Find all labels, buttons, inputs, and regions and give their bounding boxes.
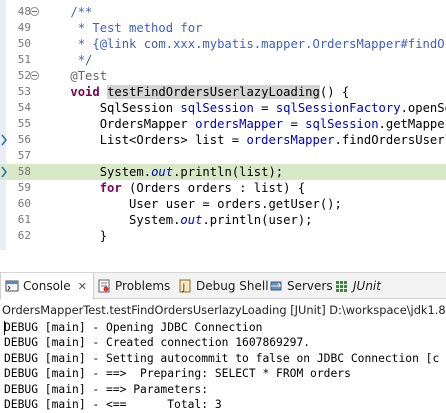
code-line[interactable]: 58 System.out.println(list);	[0, 164, 446, 180]
code-line[interactable]: 54 SqlSession sqlSession = sqlSessionFac…	[0, 100, 446, 116]
code-line[interactable]: 57	[0, 148, 446, 164]
line-number: 48	[17, 5, 31, 18]
line-number: 62	[17, 229, 31, 242]
text-caret	[4, 321, 5, 335]
console-line: DEBUG [main] - ==> Parameters:	[4, 382, 215, 396]
fold-toggle-icon[interactable]	[30, 71, 39, 80]
code-line[interactable]: 48 /**	[0, 4, 446, 20]
code-line[interactable]: 49 * Test method for	[0, 20, 446, 36]
junit-icon	[335, 279, 349, 293]
line-number: 59	[17, 181, 31, 194]
code-text: void testFindOrdersUserlazyLoading() {	[70, 85, 350, 99]
close-icon[interactable]: ✕	[78, 280, 87, 293]
line-number: 49	[17, 21, 31, 34]
tab-console[interactable]: Console ✕	[0, 273, 94, 300]
console-line: DEBUG [main] - ==> Preparing: SELECT * F…	[4, 367, 351, 381]
code-line[interactable]: 52 @Test	[0, 68, 446, 84]
tab-junit[interactable]: JUnit	[335, 273, 381, 299]
code-line[interactable]: 53 void testFindOrdersUserlazyLoading() …	[0, 84, 446, 100]
line-number: 61	[17, 213, 31, 226]
code-text: List<Orders> list = ordersMapper.findOrd…	[41, 133, 446, 147]
code-editor[interactable]: 48 /** 49 * Test method for 50 * {@link co…	[0, 0, 446, 250]
console-line: DEBUG [main] - Setting autocommit to fal…	[4, 351, 440, 365]
line-number: 60	[17, 197, 31, 210]
line-number: 54	[17, 101, 31, 114]
line-number: 50	[17, 37, 31, 50]
tab-label: Debug Shell	[196, 279, 269, 293]
console-line: DEBUG [main] - <== Total: 3	[4, 398, 222, 411]
code-text: SqlSession sqlSession = sqlSessionFactor…	[41, 101, 446, 115]
tab-label: Servers	[287, 279, 333, 293]
debug-shell-icon: J	[178, 279, 192, 293]
code-line[interactable]: 51 */	[0, 52, 446, 68]
occurrence-marker-icon	[1, 166, 8, 178]
fold-toggle-icon[interactable]	[30, 7, 39, 16]
tab-label: Problems	[115, 279, 171, 293]
code-text: OrdersMapper ordersMapper = sqlSession.g…	[41, 117, 446, 131]
code-text: */	[77, 53, 93, 67]
code-line[interactable]: 55 OrdersMapper ordersMapper = sqlSessio…	[0, 116, 446, 132]
tab-problems[interactable]: Problems	[97, 273, 170, 299]
console-description: OrdersMapperTest.testFindOrdersUserlazyL…	[2, 303, 446, 317]
occurrence-marker-icon	[1, 134, 8, 146]
tab-servers[interactable]: Servers	[269, 273, 333, 299]
line-number: 56	[17, 133, 31, 146]
code-line[interactable]: 56 List<Orders> list = ordersMapper.find…	[0, 132, 446, 148]
code-text: System.out.println(user);	[41, 213, 313, 227]
code-text: }	[41, 229, 108, 243]
code-line[interactable]: 59 for (Orders orders : list) {	[0, 180, 446, 196]
line-number: 55	[17, 117, 31, 130]
line-number: 57	[17, 149, 31, 162]
line-number: 53	[17, 85, 31, 98]
console-line: DEBUG [main] - Created connection 160786…	[4, 336, 311, 350]
line-number: 52	[17, 69, 31, 82]
console-line: DEBUG [main] - Opening JDBC Connection	[4, 321, 263, 334]
code-text: System.out.println(list);	[41, 165, 284, 179]
line-number: 51	[17, 53, 31, 66]
console-icon	[5, 279, 19, 293]
view-tab-bar: Console ✕ Problems J Debug Shell Servers…	[0, 272, 446, 300]
code-text: for (Orders orders : list) {	[99, 181, 306, 195]
svg-text:J: J	[182, 283, 186, 293]
code-text: @Test	[70, 69, 108, 83]
code-line[interactable]: 61 System.out.println(user);	[0, 212, 446, 228]
tab-label: JUnit	[353, 279, 381, 293]
code-text: * Test method for	[77, 21, 203, 35]
code-line[interactable]: 50 * {@link com.xxx.mybatis.mapper.Order…	[0, 36, 446, 52]
servers-icon	[269, 279, 283, 293]
tab-debug-shell[interactable]: J Debug Shell	[178, 273, 269, 299]
problems-icon	[97, 279, 111, 293]
code-text: * {@link com.xxx.mybatis.mapper.OrdersMa…	[77, 37, 446, 51]
code-line[interactable]: 62 }	[0, 228, 446, 244]
console-output[interactable]: DEBUG [main] - Opening JDBC Connection D…	[0, 320, 446, 413]
line-number: 58	[17, 165, 31, 178]
code-text: /**	[70, 5, 93, 19]
code-line[interactable]: 60 User user = orders.getUser();	[0, 196, 446, 212]
code-text: User user = orders.getUser();	[41, 197, 342, 211]
tab-label: Console	[23, 279, 71, 293]
